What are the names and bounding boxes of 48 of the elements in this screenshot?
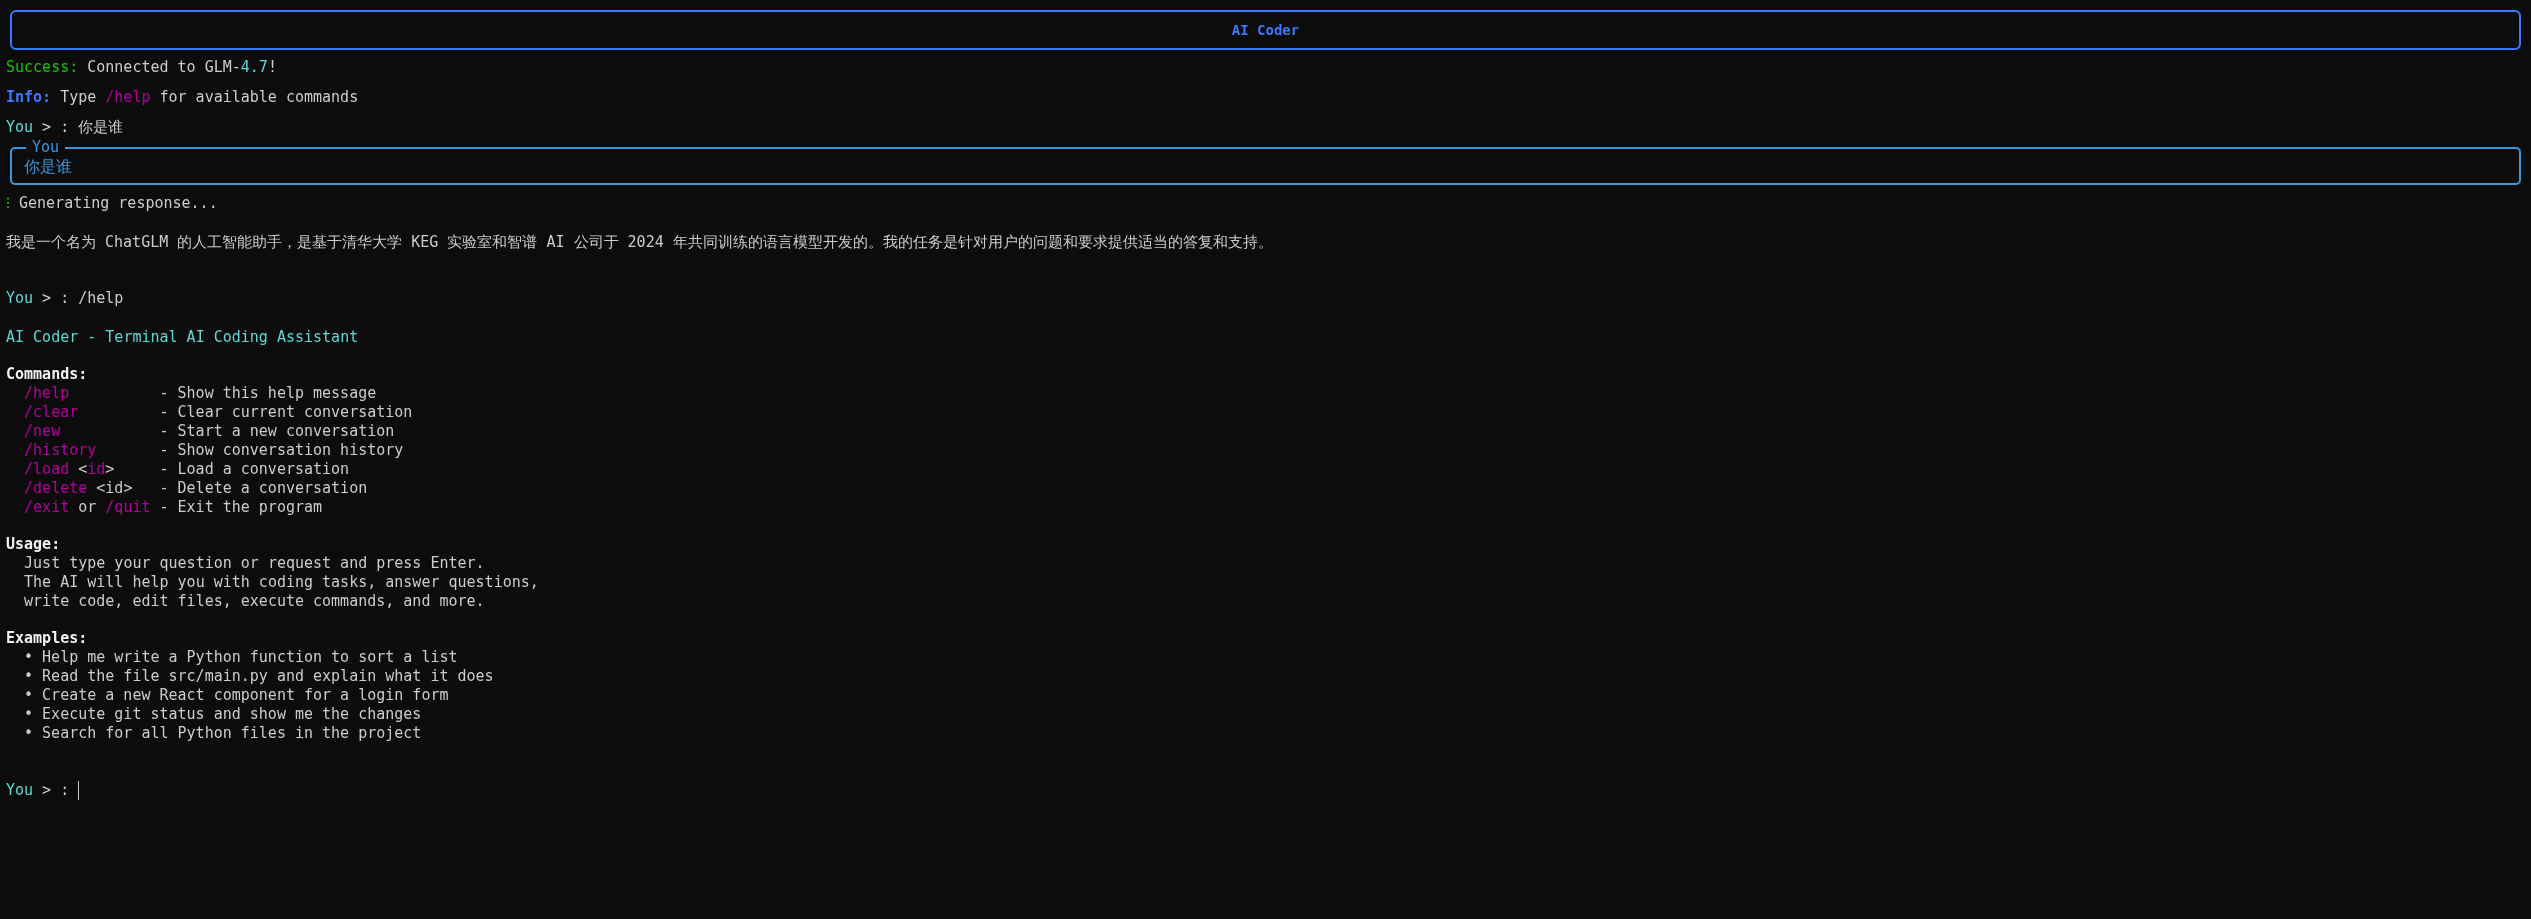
example-text: Help me write a Python function to sort a list (42, 648, 458, 667)
command-name: /delete <id> (24, 479, 134, 498)
spinner-icon: ⁝ (6, 194, 10, 213)
prompt-label: You (6, 118, 34, 137)
status-message: Connected to GLM-4.7! (87, 58, 277, 77)
section-title: Commands: (6, 365, 88, 384)
bullet-icon: • (24, 667, 34, 686)
prompt-symbol: > : (42, 118, 70, 137)
usage-text: The AI will help you with coding tasks, answer questions, (24, 573, 539, 592)
bullet-icon: • (24, 724, 34, 743)
command-description: - Exit the program (159, 498, 323, 517)
prompt-text: /help (78, 289, 124, 308)
command-description: - Load a conversation (159, 460, 350, 479)
status-message: Type /help for available commands (60, 88, 359, 107)
usage-text: Just type your question or request and press Enter. (24, 554, 485, 573)
command-name: /load <id> (24, 460, 116, 479)
example-text: Execute git status and show me the changes (42, 705, 422, 724)
prompt-symbol: > : (42, 781, 70, 800)
example-text: Read the file src/main.py and explain what it does (42, 667, 494, 686)
progress-text: Generating response... (19, 194, 218, 213)
help-heading: AI Coder - Terminal AI Coding Assistant (6, 328, 359, 347)
usage-text: write code, edit files, execute commands, and more. (24, 592, 485, 611)
message-text: 你是谁 (24, 157, 72, 176)
example-text: Create a new React component for a login form (42, 686, 449, 705)
bullet-icon: • (24, 648, 34, 667)
command-description: - Show this help message (159, 384, 377, 403)
command-name: /help (24, 384, 71, 403)
command-name: /history (24, 441, 98, 460)
command-name: /clear (24, 403, 80, 422)
status-label: Success: (6, 58, 79, 77)
prompt-text: 你是谁 (78, 118, 124, 137)
command-name: /exit or /quit (24, 498, 152, 517)
command-description: - Show conversation history (159, 441, 404, 460)
bullet-icon: • (24, 686, 34, 705)
example-text: Search for all Python files in the project (42, 724, 422, 743)
prompt-label: You (6, 781, 34, 800)
command-description: - Start a new conversation (159, 422, 395, 441)
prompt-label: You (6, 289, 34, 308)
reply-text: 我是一个名为 ChatGLM 的人工智能助手，是基于清华大学 KEG 实验室和智谱 AI 公司于 2024 年共同训练的语言模型开发的。我的任务是针对用户的问题和要求提供适当的答复和支持。 (6, 233, 1273, 252)
command-description: - Clear current conversation (159, 403, 413, 422)
window-title: AI Coder (1231, 22, 1300, 38)
status-label: Info: (6, 88, 52, 107)
prompt-symbol: > : (42, 289, 70, 308)
section-title: Examples: (6, 629, 88, 648)
command-name: /new (24, 422, 62, 441)
bullet-icon: • (24, 705, 34, 724)
section-title: Usage: (6, 535, 61, 554)
command-description: - Delete a conversation (159, 479, 368, 498)
